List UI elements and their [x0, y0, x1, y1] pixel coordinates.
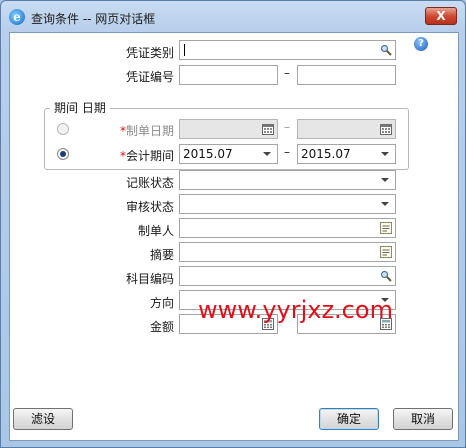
chevron-down-icon[interactable]: [381, 152, 389, 156]
ok-button[interactable]: 确定: [319, 408, 379, 430]
ie-icon: e: [9, 9, 25, 25]
make-date-label: *制单日期: [119, 124, 174, 138]
calendar-icon[interactable]: [380, 123, 392, 135]
amount-label: 金额: [149, 320, 174, 334]
make-date-to-input[interactable]: [297, 119, 396, 139]
account-period-to-select[interactable]: 2015.07: [297, 144, 396, 164]
direction-label: 方向: [149, 296, 174, 310]
voucher-no-from-input[interactable]: [179, 65, 278, 85]
maker-label: 制单人: [137, 224, 174, 238]
cancel-button[interactable]: 取消: [393, 408, 453, 430]
summary-input[interactable]: [179, 242, 396, 262]
window-title: 查询条件 -- 网页对话框: [31, 12, 156, 26]
voucher-no-label: 凭证编号: [125, 70, 174, 84]
range-dash: –: [284, 145, 290, 159]
account-period-radio[interactable]: [57, 148, 69, 160]
list-picker-icon[interactable]: [380, 222, 392, 234]
calendar-icon[interactable]: [262, 123, 274, 135]
list-picker-icon[interactable]: [380, 246, 392, 258]
help-icon[interactable]: ?: [414, 37, 428, 51]
maker-input[interactable]: [179, 218, 396, 238]
posting-status-select[interactable]: [179, 170, 396, 190]
posting-status-label: 记账状态: [125, 176, 174, 190]
text-cursor: [184, 44, 185, 56]
voucher-type-input[interactable]: [179, 40, 396, 60]
audit-status-label: 审核状态: [125, 200, 174, 214]
chevron-down-icon[interactable]: [263, 152, 271, 156]
search-icon[interactable]: [380, 270, 392, 282]
voucher-type-label: 凭证类别: [125, 46, 174, 60]
account-period-from-value: 2015.07: [183, 147, 233, 161]
subject-code-label: 科目编码: [125, 272, 174, 286]
account-period-to-value: 2015.07: [301, 147, 351, 161]
make-date-radio[interactable]: [57, 123, 69, 135]
subject-code-input[interactable]: [179, 266, 396, 286]
range-dash: –: [284, 66, 290, 80]
watermark-text: www.yyrjxz.com: [198, 296, 393, 324]
range-dash: –: [284, 120, 290, 134]
filter-settings-button[interactable]: 滤设: [13, 408, 73, 430]
title-bar[interactable]: e 查询条件 -- 网页对话框 X: [1, 1, 465, 33]
chevron-down-icon[interactable]: [381, 202, 389, 206]
make-date-from-input[interactable]: [179, 119, 278, 139]
audit-status-select[interactable]: [179, 194, 396, 214]
period-date-group-title: 期间 日期: [50, 99, 110, 116]
account-period-label: *会计期间: [119, 149, 174, 163]
summary-label: 摘要: [149, 248, 174, 262]
search-icon[interactable]: [380, 44, 392, 56]
chevron-down-icon[interactable]: [381, 178, 389, 182]
voucher-no-to-input[interactable]: [297, 65, 396, 85]
account-period-from-select[interactable]: 2015.07: [179, 144, 278, 164]
close-button[interactable]: X: [425, 7, 457, 25]
